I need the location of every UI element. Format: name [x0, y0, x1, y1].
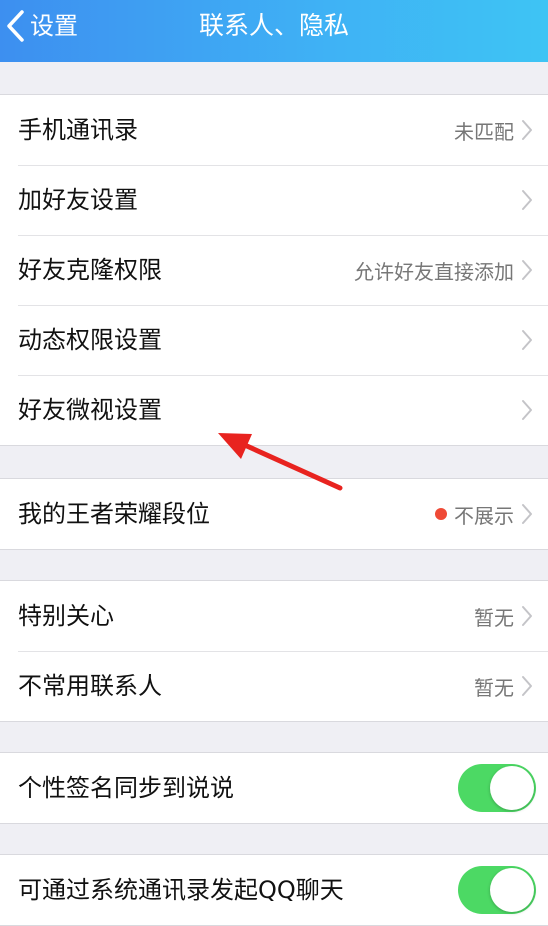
- row-label: 个性签名同步到说说: [18, 774, 234, 802]
- contacts-settings-group: 手机通讯录 未匹配 加好友设置 好友克隆权限 允许好友直接添加 动态权限设置 好…: [0, 94, 548, 446]
- red-dot-icon: [435, 508, 447, 520]
- row-friend-weishi-settings[interactable]: 好友微视设置: [0, 375, 548, 445]
- row-label: 加好友设置: [18, 186, 138, 214]
- row-honor-of-kings-rank[interactable]: 我的王者荣耀段位 不展示: [0, 479, 548, 549]
- row-label: 特别关心: [18, 602, 114, 630]
- chevron-right-icon: [520, 258, 534, 282]
- chevron-right-icon: [520, 398, 534, 422]
- signature-sync-toggle[interactable]: [458, 764, 536, 812]
- row-infrequent-contacts[interactable]: 不常用联系人 暂无: [0, 651, 548, 721]
- chevron-right-icon: [520, 328, 534, 352]
- chevron-right-icon: [520, 188, 534, 212]
- chevron-right-icon: [520, 604, 534, 628]
- game-rank-group: 我的王者荣耀段位 不展示: [0, 478, 548, 550]
- row-feed-permission-settings[interactable]: 动态权限设置: [0, 305, 548, 375]
- row-special-care[interactable]: 特别关心 暂无: [0, 581, 548, 651]
- row-value: 允许好友直接添加: [354, 259, 514, 284]
- row-phone-contacts[interactable]: 手机通讯录 未匹配: [0, 95, 548, 165]
- row-friend-clone-permission[interactable]: 好友克隆权限 允许好友直接添加: [0, 235, 548, 305]
- row-value: 不展示: [454, 503, 514, 528]
- chevron-right-icon: [520, 674, 534, 698]
- row-label: 手机通讯录: [18, 116, 138, 144]
- chevron-right-icon: [520, 118, 534, 142]
- row-label: 好友克隆权限: [18, 256, 162, 284]
- system-contacts-chat-group: 可通过系统通讯录发起QQ聊天: [0, 854, 548, 926]
- toggle-knob: [490, 766, 534, 810]
- special-contacts-group: 特别关心 暂无 不常用联系人 暂无: [0, 580, 548, 722]
- navigation-bar: 设置 联系人、隐私: [0, 0, 548, 62]
- row-label: 好友微视设置: [18, 396, 162, 424]
- row-signature-sync: 个性签名同步到说说: [0, 753, 548, 823]
- page-title: 联系人、隐私: [198, 11, 349, 40]
- row-value: 未匹配: [454, 119, 514, 144]
- toggle-knob: [490, 868, 534, 912]
- row-label: 不常用联系人: [18, 672, 162, 700]
- row-value: 暂无: [474, 605, 514, 630]
- row-add-friend-settings[interactable]: 加好友设置: [0, 165, 548, 235]
- row-label: 动态权限设置: [18, 326, 162, 354]
- signature-sync-group: 个性签名同步到说说: [0, 752, 548, 824]
- row-label: 我的王者荣耀段位: [18, 500, 210, 528]
- chevron-right-icon: [520, 502, 534, 526]
- row-value: 暂无: [474, 675, 514, 700]
- system-contacts-chat-toggle[interactable]: [458, 866, 536, 914]
